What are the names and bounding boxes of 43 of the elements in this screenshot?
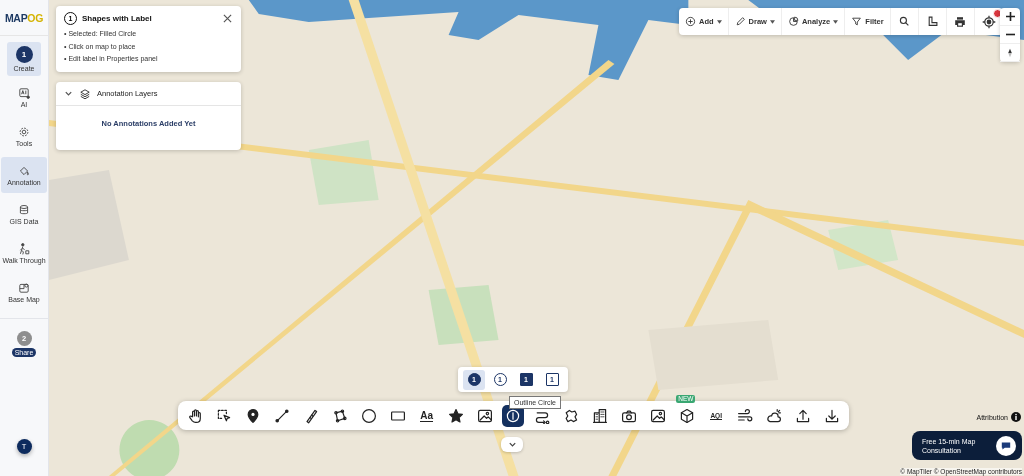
cube-icon [679,407,696,424]
circle-icon [360,407,377,424]
compass-icon [1007,47,1013,58]
chevron-icon [64,89,73,98]
wind-icon [737,407,754,424]
star-icon [447,407,464,424]
upload-icon [795,407,811,424]
close-icon [222,14,232,23]
building-icon [592,407,609,424]
paint-bucket-icon [18,164,30,177]
line-icon [273,407,290,424]
tool-button[interactable]: Aa [415,404,438,427]
printer-icon [954,15,967,28]
walking-person-icon [18,242,30,255]
weather-icon [766,407,783,424]
plus-circle-icon [685,16,696,27]
download-icon [823,407,840,424]
hand-icon [187,407,203,424]
panel-title: Shapes with Label [82,14,153,23]
close-button[interactable] [221,12,233,25]
plus-icon [1005,12,1015,21]
ai-icon [18,86,30,99]
photo-icon [650,407,667,424]
select-icon [215,407,232,424]
circle-label-icon [505,407,522,424]
logo: MAPOG [0,0,48,36]
search-icon [898,16,910,27]
database-icon [18,203,30,216]
target-icon [981,14,996,29]
polygon-icon [331,407,348,424]
pencil-icon [734,16,746,27]
freehand-shape-icon [563,407,580,424]
collapse-button[interactable] [501,437,523,452]
gear-icon [18,125,30,138]
ruler-icon [926,16,938,27]
chevron-down-icon [507,440,517,449]
chat-icon [996,435,1016,456]
layers-icon [79,87,91,100]
pie-chart-icon [787,16,799,27]
filter-icon [851,16,863,27]
info-icon [1011,412,1021,422]
map-layers-icon [18,281,30,294]
image-icon [476,407,493,424]
